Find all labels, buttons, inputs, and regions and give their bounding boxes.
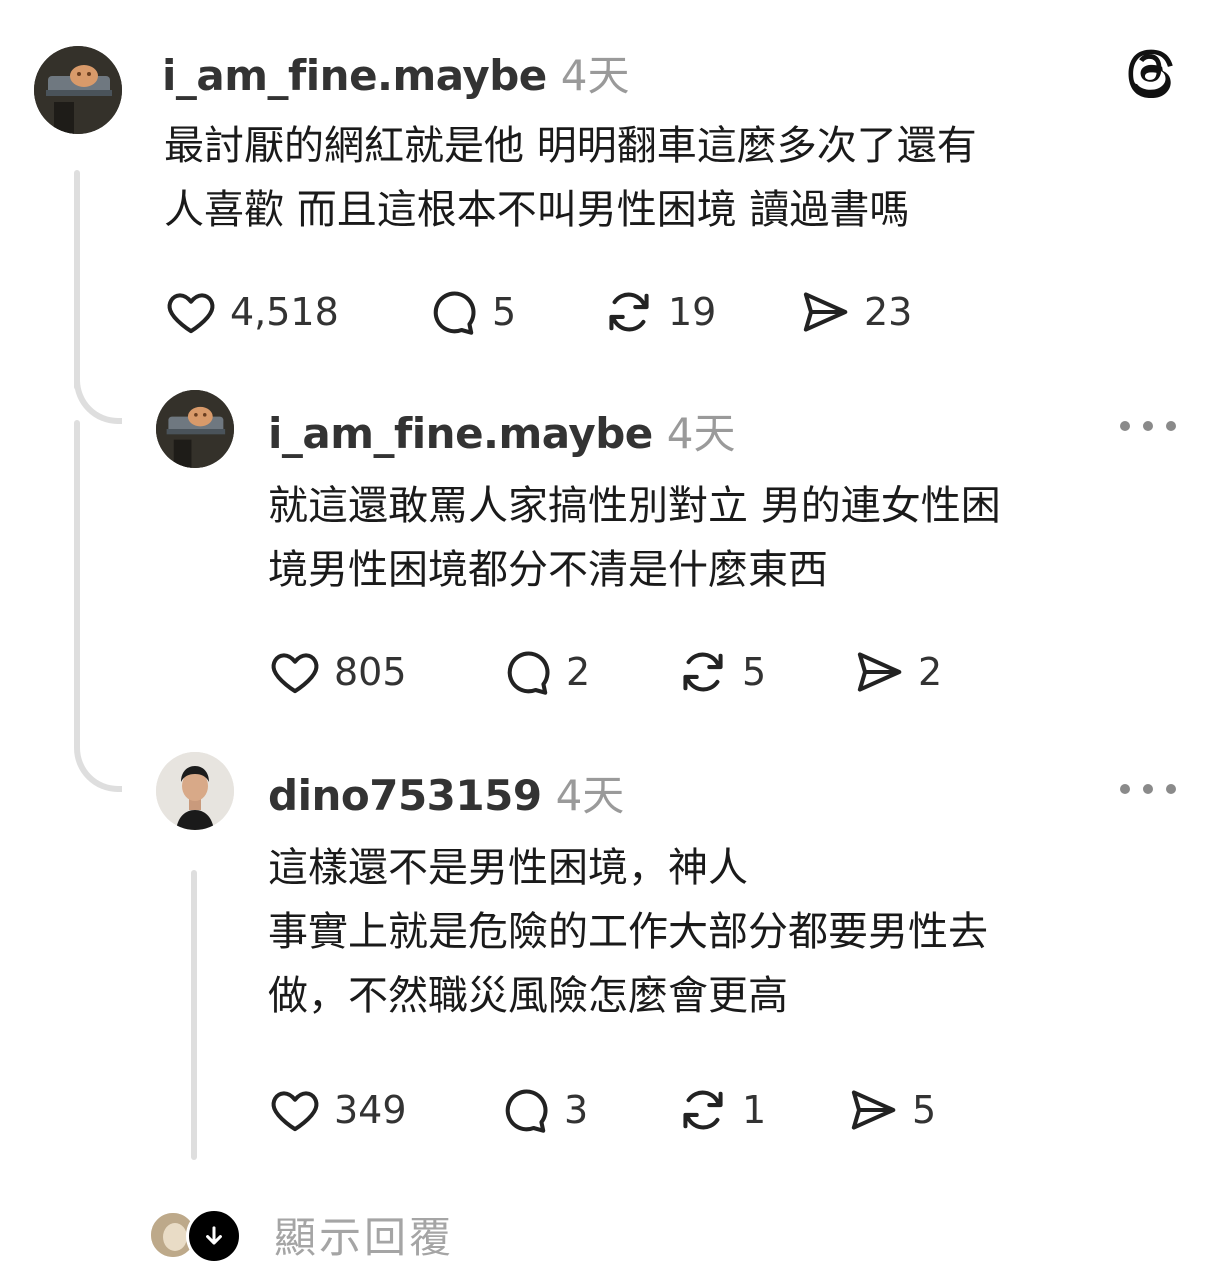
thread-connector-reply <box>191 870 197 1160</box>
share-button[interactable]: 5 <box>846 1082 936 1138</box>
comment-bubble-icon <box>505 1089 548 1133</box>
repost-count: 1 <box>742 1088 767 1132</box>
share-count: 2 <box>918 650 943 694</box>
share-button[interactable]: 23 <box>798 284 912 340</box>
thread-connector-main-lower <box>74 420 80 720</box>
share-count: 23 <box>864 290 913 334</box>
post-username[interactable]: dino753159 4天 <box>268 762 624 823</box>
repost-count: 5 <box>742 650 767 694</box>
repost-count: 19 <box>668 290 717 334</box>
post-time: 4天 <box>560 51 630 100</box>
more-options-icon[interactable] <box>1120 781 1176 797</box>
reply-count: 5 <box>492 290 517 334</box>
repost-icon <box>609 292 649 332</box>
post-actions: 349 3 1 5 <box>268 1082 968 1138</box>
like-button[interactable]: 805 <box>268 644 407 700</box>
arrow-down-icon[interactable] <box>186 1208 242 1264</box>
like-count: 805 <box>334 650 407 694</box>
reply-count: 3 <box>564 1088 589 1132</box>
thread-connector-curve-1 <box>74 360 122 424</box>
post-username[interactable]: i_am_fine.maybe 4天 <box>162 42 630 103</box>
reply-button[interactable]: 3 <box>498 1082 588 1138</box>
post-username[interactable]: i_am_fine.maybe 4天 <box>268 400 736 461</box>
username-text[interactable]: i_am_fine.maybe <box>162 51 547 100</box>
heart-icon <box>271 1091 319 1132</box>
repost-button[interactable]: 1 <box>676 1082 766 1138</box>
reply-count: 2 <box>566 650 591 694</box>
show-replies-button[interactable]: 顯示回覆 <box>274 1204 454 1265</box>
man-portrait-avatar[interactable] <box>156 752 234 830</box>
post-time: 4天 <box>555 771 625 820</box>
username-text[interactable]: dino753159 <box>268 771 542 820</box>
thread-connector-main <box>74 170 80 390</box>
thread-connector-curve-2 <box>74 700 122 792</box>
share-count: 5 <box>912 1088 937 1132</box>
reply-button[interactable]: 2 <box>500 644 590 700</box>
send-icon <box>857 652 902 692</box>
comment-bubble-icon <box>433 291 476 335</box>
more-options-icon[interactable] <box>1120 418 1176 434</box>
comment-bubble-icon <box>507 651 550 695</box>
post-text: 最討厭的網紅就是他 明明翻車這麼多次了還有 人喜歡 而且這根本不叫男性困境 讀過… <box>164 123 977 233</box>
repost-icon <box>683 1090 723 1130</box>
username-text[interactable]: i_am_fine.maybe <box>268 409 653 458</box>
heart-icon <box>167 293 215 334</box>
repost-button[interactable]: 19 <box>602 284 716 340</box>
like-button[interactable]: 4,518 <box>164 284 339 340</box>
like-count: 4,518 <box>230 290 339 334</box>
post-time: 4天 <box>666 409 736 458</box>
like-count: 349 <box>334 1088 407 1132</box>
post-text: 這樣還不是男性困境，神人 事實上就是危險的工作大部分都要男性去 做，不然職災風險… <box>268 845 988 1019</box>
heart-icon <box>271 653 319 694</box>
post-actions: 4,518 5 19 23 <box>164 284 912 340</box>
cat-on-tray-avatar[interactable] <box>156 390 234 468</box>
threads-logo-icon[interactable] <box>1122 40 1180 98</box>
send-icon <box>803 292 848 332</box>
reply-button[interactable]: 5 <box>426 284 516 340</box>
repost-icon <box>683 652 723 692</box>
post-text: 就這還敢罵人家搞性別對立 男的連女性困 境男性困境都分不清是什麼東西 <box>268 483 1001 593</box>
send-icon <box>851 1090 896 1130</box>
repost-button[interactable]: 5 <box>676 644 766 700</box>
cat-on-tray-avatar[interactable] <box>34 46 122 134</box>
like-button[interactable]: 349 <box>268 1082 407 1138</box>
share-button[interactable]: 2 <box>852 644 942 700</box>
post-actions: 805 2 5 2 <box>268 644 968 700</box>
